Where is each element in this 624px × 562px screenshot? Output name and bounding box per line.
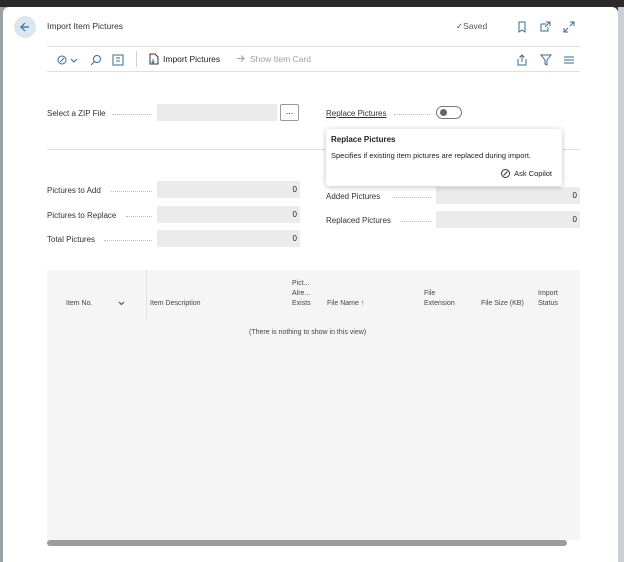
total-pictures-value: 0	[292, 234, 297, 243]
pictures-to-replace-field: 0	[157, 206, 300, 223]
show-item-card-label: Show Item Card	[250, 53, 311, 64]
toggle-knob	[440, 109, 447, 116]
column-header-line: Status	[538, 300, 558, 307]
page-title: Import Item Pictures	[47, 21, 124, 31]
replaced-pictures-label: Replaced Pictures	[326, 216, 391, 225]
chevron-down-icon[interactable]	[117, 299, 126, 308]
pictures-to-replace-value: 0	[292, 210, 297, 219]
leader-dots	[394, 114, 430, 116]
saved-label: Saved	[463, 21, 488, 31]
pictures-to-add-label: Pictures to Add	[47, 186, 101, 195]
pictures-to-add-value: 0	[292, 185, 297, 194]
toolbar-separator	[136, 51, 137, 67]
ask-copilot-label: Ask Copilot	[514, 169, 552, 178]
copilot-icon	[501, 169, 511, 178]
list-view-icon[interactable]	[561, 52, 577, 68]
column-header-line: Pict...	[292, 280, 310, 287]
import-pictures-label: Import Pictures	[163, 54, 221, 64]
leader-dots	[392, 197, 431, 199]
leader-dots	[104, 240, 152, 242]
column-header-item-description[interactable]: Item Description	[150, 299, 201, 309]
added-pictures-label: Added Pictures	[326, 192, 381, 201]
total-pictures-label: Total Pictures	[47, 235, 96, 244]
pictures-to-replace-label: Pictures to Replace	[47, 211, 117, 220]
column-header-item-no[interactable]: Item No.	[66, 299, 92, 309]
bookmark-icon[interactable]	[515, 20, 529, 34]
share-icon[interactable]	[514, 52, 530, 68]
zip-file-label: Select a ZIP File	[47, 109, 106, 118]
column-header-picture-exists[interactable]: Pict... Alre... Exists	[292, 279, 311, 309]
window-top-bar	[0, 0, 624, 7]
toolbar-divider	[47, 71, 580, 72]
column-header-line: Extension	[424, 300, 455, 307]
tooltip-title: Replace Pictures	[331, 135, 396, 144]
column-header-file-extension[interactable]: File Extension	[424, 289, 455, 309]
open-new-window-icon[interactable]	[538, 20, 552, 34]
back-button[interactable]	[14, 16, 36, 38]
column-header-file-size[interactable]: File Size (KB)	[481, 299, 524, 309]
import-pictures-button[interactable]: Import Pictures	[148, 53, 220, 65]
column-header-line: Exists	[292, 300, 311, 307]
pictures-grid	[47, 270, 580, 540]
replaced-pictures-value: 0	[572, 215, 577, 224]
search-icon[interactable]	[88, 52, 104, 68]
expand-icon[interactable]	[562, 20, 576, 34]
horizontal-scrollbar[interactable]	[47, 540, 567, 546]
added-pictures-value: 0	[572, 191, 577, 200]
arrow-left-icon	[20, 22, 29, 32]
total-pictures-field: 0	[157, 230, 300, 247]
tooltip-body: Specifies if existing item pictures are …	[331, 151, 532, 160]
arrow-right-icon	[237, 55, 245, 62]
chevron-down-icon[interactable]	[67, 52, 83, 68]
column-header-file-name[interactable]: File Name ↑	[327, 299, 364, 309]
leader-dots	[111, 191, 152, 193]
column-header-import-status[interactable]: Import Status	[538, 289, 558, 309]
ask-copilot-link[interactable]: Ask Copilot	[500, 168, 552, 179]
column-header-line: File	[424, 290, 436, 297]
assist-edit-button[interactable]: ...	[280, 104, 299, 121]
leader-dots	[112, 114, 152, 116]
replace-pictures-toggle[interactable]	[436, 106, 462, 119]
pictures-to-add-field: 0	[157, 181, 300, 198]
empty-grid-message: (There is nothing to show in this view)	[249, 329, 367, 336]
show-item-card-button[interactable]: Show Item Card	[236, 53, 311, 64]
header-divider	[47, 46, 580, 47]
leader-dots	[400, 221, 431, 223]
leader-dots	[126, 216, 152, 218]
replace-pictures-tooltip: Replace Pictures Specifies if existing i…	[326, 129, 562, 186]
edit-list-icon[interactable]	[110, 52, 126, 68]
background-page-right	[618, 7, 624, 562]
added-pictures-field: 0	[436, 187, 580, 204]
zip-file-input[interactable]	[157, 104, 277, 121]
column-separator	[146, 270, 147, 320]
filter-icon[interactable]	[538, 52, 554, 68]
replaced-pictures-field: 0	[436, 211, 580, 228]
replace-pictures-label[interactable]: Replace Pictures	[326, 109, 386, 118]
import-picture-icon	[149, 53, 159, 65]
saved-status: ✓Saved	[456, 21, 487, 32]
column-header-line: Import	[538, 290, 558, 297]
column-header-line: Alre...	[292, 290, 311, 297]
